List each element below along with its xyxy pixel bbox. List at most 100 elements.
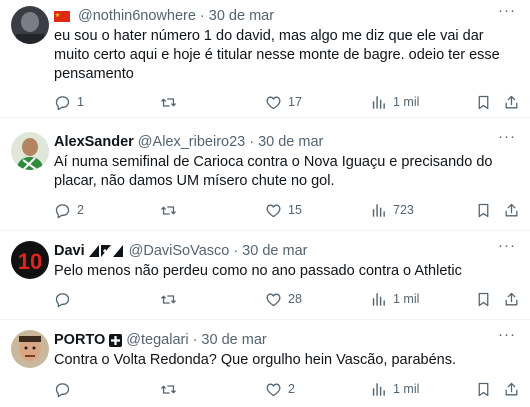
avatar[interactable] bbox=[11, 6, 49, 44]
username[interactable]: @DaviSoVasco bbox=[129, 243, 230, 259]
reply-count: 1 bbox=[77, 95, 84, 109]
share-button[interactable] bbox=[503, 379, 520, 399]
username[interactable]: @tegalari bbox=[126, 332, 188, 348]
heart-icon bbox=[266, 383, 281, 396]
reply-feed: @nothin6nowhere · 30 de mar ··· eu sou o… bbox=[0, 0, 530, 407]
tweet-text: Pelo menos não perdeu como no ano passad… bbox=[54, 263, 462, 279]
retweet-icon bbox=[161, 294, 176, 304]
username[interactable]: @nothin6nowhere bbox=[78, 8, 196, 24]
retweet-icon bbox=[161, 384, 176, 394]
reply-tweet[interactable]: 10 Davi @DaviSoVasco · 30 de mar ··· Pel… bbox=[0, 231, 530, 320]
view-count: 723 bbox=[393, 203, 414, 217]
avatar[interactable]: 10 bbox=[11, 241, 49, 279]
vasco-flag-icon bbox=[88, 245, 125, 257]
retweet-icon bbox=[161, 205, 176, 215]
tweet-actions: 1 17 1 mil bbox=[54, 92, 520, 112]
share-icon bbox=[505, 203, 518, 216]
timestamp[interactable]: 30 de mar bbox=[201, 332, 266, 348]
display-name[interactable]: PORTO bbox=[54, 332, 105, 348]
tweet-text: Contra o Volta Redonda? Que orgulho hein… bbox=[54, 352, 456, 368]
retweet-button[interactable] bbox=[160, 379, 183, 399]
heart-icon bbox=[266, 204, 281, 217]
vasco-cross-icon bbox=[109, 333, 123, 347]
analytics-icon bbox=[372, 203, 385, 217]
timestamp[interactable]: 30 de mar bbox=[258, 134, 323, 150]
username[interactable]: @Alex_ribeiro23 bbox=[138, 134, 245, 150]
heart-icon bbox=[266, 293, 281, 306]
svg-text:10: 10 bbox=[18, 249, 42, 274]
more-options-icon[interactable]: ··· bbox=[498, 237, 516, 254]
tweet-header: Davi @DaviSoVasco · 30 de mar bbox=[54, 241, 307, 261]
more-options-icon[interactable]: ··· bbox=[498, 128, 516, 145]
analytics-icon bbox=[372, 292, 385, 306]
share-button[interactable] bbox=[503, 92, 520, 112]
separator-dot: · bbox=[199, 8, 205, 24]
share-icon bbox=[505, 292, 518, 305]
separator-dot: · bbox=[249, 134, 255, 150]
like-count: 28 bbox=[288, 292, 302, 306]
views-button[interactable]: 1 mil bbox=[370, 289, 419, 309]
like-button[interactable]: 17 bbox=[265, 92, 302, 112]
reply-tweet[interactable]: PORTO @tegalari · 30 de mar ··· Contra o… bbox=[0, 320, 530, 407]
analytics-icon bbox=[372, 382, 385, 396]
tweet-actions: 2 1 mil bbox=[54, 379, 520, 399]
like-count: 15 bbox=[288, 203, 302, 217]
display-name[interactable]: Davi bbox=[54, 243, 85, 259]
reply-button[interactable]: 1 bbox=[54, 92, 84, 112]
tweet-actions: 28 1 mil bbox=[54, 289, 520, 309]
more-options-icon[interactable]: ··· bbox=[498, 2, 516, 19]
tweet-text: eu sou o hater número 1 do david, mas al… bbox=[54, 28, 500, 82]
views-button[interactable]: 723 bbox=[370, 200, 414, 220]
view-count: 1 mil bbox=[393, 292, 420, 306]
analytics-icon bbox=[372, 95, 385, 109]
reply-icon bbox=[55, 95, 70, 110]
bookmark-button[interactable] bbox=[475, 379, 492, 399]
timestamp[interactable]: 30 de mar bbox=[209, 8, 274, 24]
views-button[interactable]: 1 mil bbox=[370, 379, 419, 399]
share-button[interactable] bbox=[503, 200, 520, 220]
separator-dot: · bbox=[192, 332, 198, 348]
tweet-header: AlexSander @Alex_ribeiro23 · 30 de mar bbox=[54, 132, 323, 152]
bookmark-button[interactable] bbox=[475, 200, 492, 220]
bookmark-icon bbox=[478, 292, 489, 306]
tweet-actions: 2 15 723 bbox=[54, 200, 520, 220]
reply-tweet[interactable]: AlexSander @Alex_ribeiro23 · 30 de mar ·… bbox=[0, 118, 530, 231]
like-count: 2 bbox=[288, 382, 295, 396]
views-button[interactable]: 1 mil bbox=[370, 92, 419, 112]
like-button[interactable]: 2 bbox=[265, 379, 295, 399]
display-name[interactable]: AlexSander bbox=[54, 134, 134, 150]
more-options-icon[interactable]: ··· bbox=[498, 326, 516, 343]
like-button[interactable]: 28 bbox=[265, 289, 302, 309]
view-count: 1 mil bbox=[393, 382, 420, 396]
china-flag-icon bbox=[54, 10, 70, 22]
share-icon bbox=[505, 95, 518, 108]
retweet-button[interactable] bbox=[160, 92, 183, 112]
retweet-icon bbox=[161, 97, 176, 107]
share-button[interactable] bbox=[503, 289, 520, 309]
separator-dot: · bbox=[233, 243, 239, 259]
tweet-text: Aí numa semifinal de Carioca contra o No… bbox=[54, 154, 493, 189]
avatar[interactable] bbox=[11, 330, 49, 368]
bookmark-icon bbox=[478, 95, 489, 109]
tweet-header: PORTO @tegalari · 30 de mar bbox=[54, 330, 267, 350]
like-button[interactable]: 15 bbox=[265, 200, 302, 220]
timestamp[interactable]: 30 de mar bbox=[242, 243, 307, 259]
retweet-button[interactable] bbox=[160, 289, 183, 309]
bookmark-icon bbox=[478, 382, 489, 396]
heart-icon bbox=[266, 96, 281, 109]
bookmark-button[interactable] bbox=[475, 289, 492, 309]
avatar[interactable] bbox=[11, 132, 49, 170]
reply-icon bbox=[55, 382, 70, 397]
reply-button[interactable]: 2 bbox=[54, 200, 84, 220]
share-icon bbox=[505, 382, 518, 395]
reply-button[interactable] bbox=[54, 289, 77, 309]
tweet-header: @nothin6nowhere · 30 de mar bbox=[54, 6, 274, 26]
reply-button[interactable] bbox=[54, 379, 77, 399]
bookmark-icon bbox=[478, 203, 489, 217]
retweet-button[interactable] bbox=[160, 200, 183, 220]
reply-icon bbox=[55, 292, 70, 307]
reply-icon bbox=[55, 203, 70, 218]
view-count: 1 mil bbox=[393, 95, 420, 109]
reply-tweet[interactable]: @nothin6nowhere · 30 de mar ··· eu sou o… bbox=[0, 0, 530, 118]
bookmark-button[interactable] bbox=[475, 92, 492, 112]
